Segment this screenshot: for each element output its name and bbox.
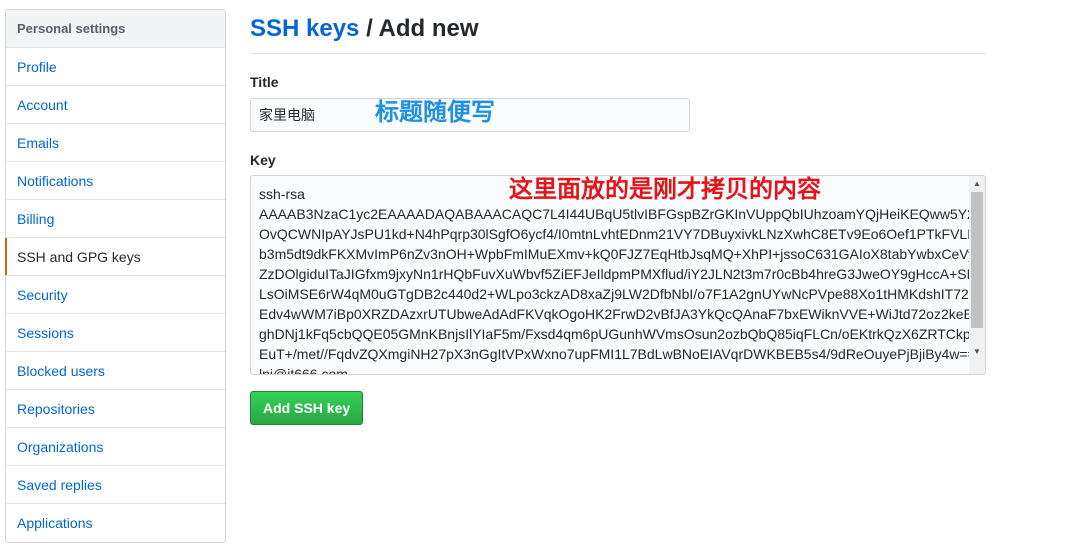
sidebar-item-profile[interactable]: Profile [6, 48, 225, 86]
sidebar-item-blocked-users[interactable]: Blocked users [6, 352, 225, 390]
title-input-value: 家里电脑 [259, 107, 315, 123]
key-textarea[interactable]: ssh-rsa AAAAB3NzaC1yc2EAAAADAQABAAACAQC7L… [250, 175, 986, 375]
key-line: Edv4wWM7iBp0XRZDAzxrUTUbweAdAdFKVqkOgoHK… [259, 306, 986, 322]
add-ssh-key-button[interactable]: Add SSH key [250, 391, 364, 425]
scrollbar-thumb[interactable] [971, 192, 983, 328]
key-line: OvQCWNIpAYJsPU1kd+N4hPqrp30lSgfO6ycf4/I0… [259, 226, 986, 242]
key-line: EuT+/met//FqdvZQXmgiNH27pX3nGgItVPxWxno7… [259, 346, 976, 362]
key-label: Key [250, 152, 276, 168]
key-text: ssh-rsa AAAAB3NzaC1yc2EAAAADAQABAAACAQC7L… [251, 176, 986, 375]
sidebar-item-notifications[interactable]: Notifications [6, 162, 225, 200]
sidebar-item-organizations[interactable]: Organizations [6, 428, 225, 466]
sidebar-item-repositories[interactable]: Repositories [6, 390, 225, 428]
key-line: ZzDOlgiduITaJIGfxm9jxyNn1rHQbFuvXuWbvf5Z… [259, 266, 979, 282]
title-label: Title [250, 74, 279, 90]
sidebar-item-account[interactable]: Account [6, 86, 225, 124]
key-line: AAAAB3NzaC1yc2EAAAADAQABAAACAQC7L4I44UBq… [259, 206, 986, 222]
scroll-down-icon[interactable]: ▼ [973, 347, 981, 356]
page-title-rest: / Add new [359, 15, 479, 42]
ssh-keys-link[interactable]: SSH keys [250, 15, 359, 42]
sidebar-item-billing[interactable]: Billing [6, 200, 225, 238]
sidebar-item-saved-replies[interactable]: Saved replies [6, 466, 225, 504]
settings-sidebar: Personal settings Profile Account Emails No… [5, 9, 226, 543]
key-annotation: 这里面放的是刚才拷贝的内容 [509, 176, 821, 203]
key-scrollbar[interactable]: ▲ ▼ [969, 176, 985, 374]
key-line: lni@it666.com [259, 366, 348, 375]
sidebar-item-sessions[interactable]: Sessions [6, 314, 225, 352]
page-title: SSH keys / Add new [250, 15, 986, 54]
sidebar-item-ssh-and-gpg-keys[interactable]: SSH and GPG keys [5, 238, 225, 276]
sidebar-item-applications[interactable]: Applications [6, 504, 225, 542]
sidebar-header: Personal settings [6, 10, 225, 48]
main-content: SSH keys / Add new Title 家里电脑 标题随便写 Key s… [250, 0, 986, 425]
key-line: b3m5dt9dkFKXMvImP6nZv3nOH+WpbFmIMuEXmv+k… [259, 246, 976, 262]
key-line: ghDNj1kFq5cbQQE05GMnKBnjsIlYIaF5m/Fxsd4q… [259, 326, 986, 342]
sidebar-item-emails[interactable]: Emails [6, 124, 225, 162]
title-input[interactable]: 家里电脑 标题随便写 [250, 98, 690, 132]
sidebar-item-security[interactable]: Security [6, 276, 225, 314]
scroll-up-icon[interactable]: ▲ [973, 179, 981, 188]
key-line: LsOiMSE6rW4qM0uGTgDB2c440d2+WLpo3ckzAD8x… [259, 286, 978, 302]
title-annotation: 标题随便写 [375, 99, 495, 126]
